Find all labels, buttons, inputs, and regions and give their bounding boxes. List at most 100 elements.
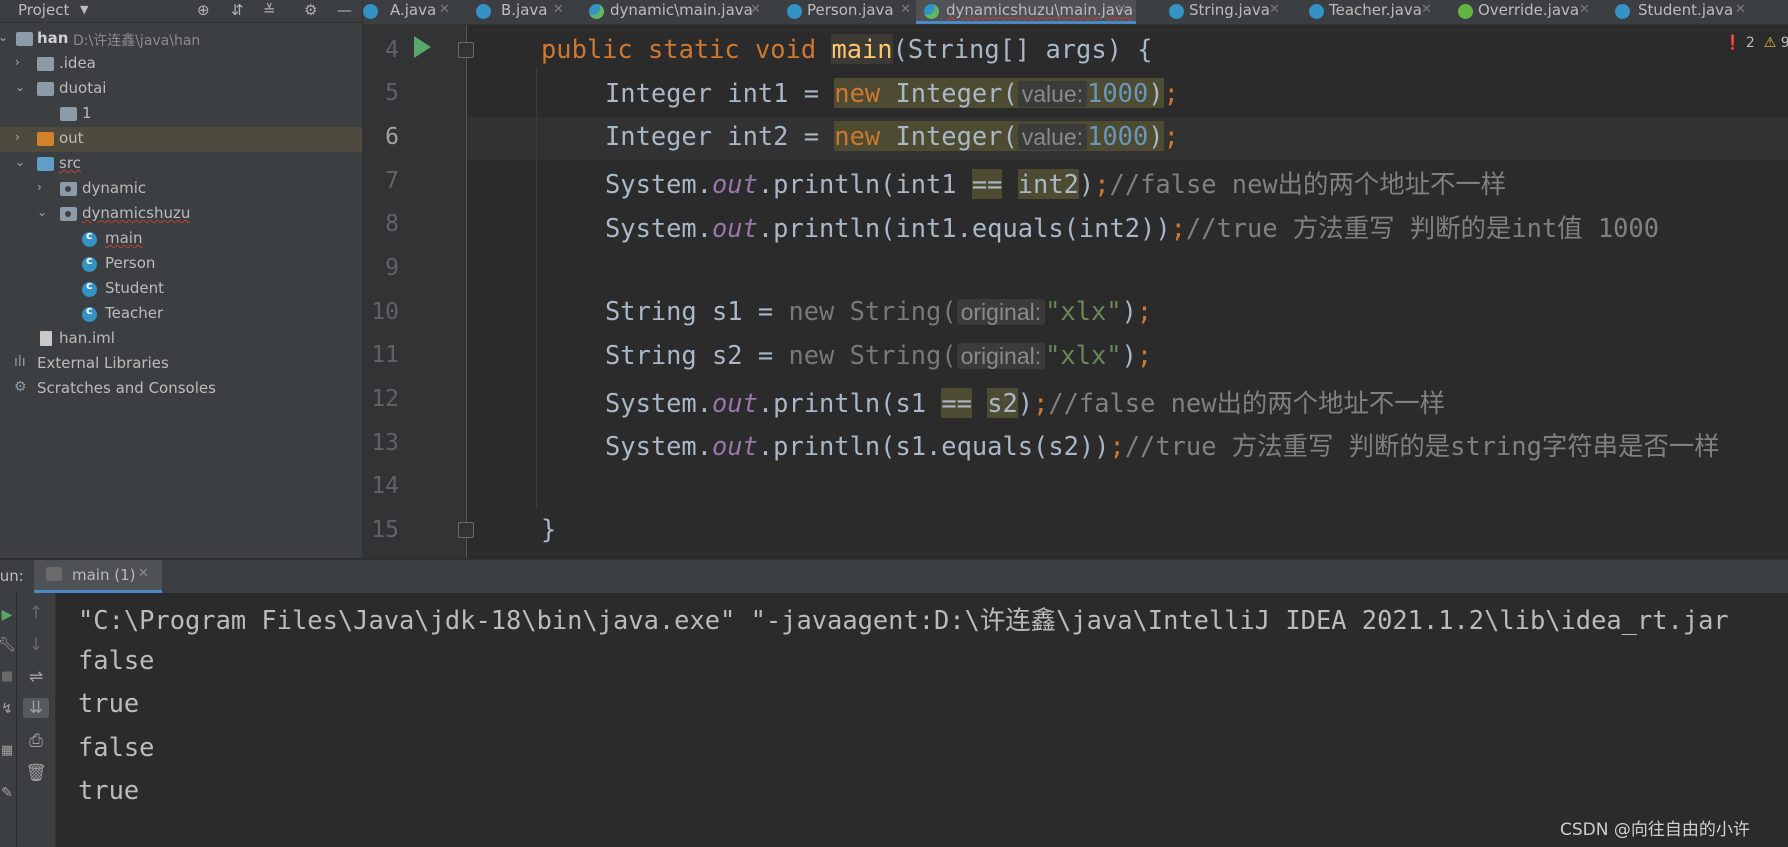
fold-marker-icon[interactable] [458,522,474,538]
line-number: 9 [385,255,399,281]
console-line: "C:\Program Files\Java\jdk-18\bin\java.e… [78,605,1729,635]
close-icon[interactable]: ✕ [1421,2,1432,17]
line-number: 4 [385,37,399,63]
java-class-icon [1615,4,1630,19]
java-main-class-icon [589,4,604,19]
module-folder-icon [16,32,33,46]
tree-item-external-libraries[interactable]: ılı External Libraries [0,352,362,377]
console-line: false [78,645,155,675]
code-line: String s2 = new String(original: "xlx"); [605,340,1153,370]
tree-item-main[interactable]: main [0,227,362,252]
tab-b-java[interactable]: B.java ✕ [468,0,566,24]
folder-icon [37,82,54,96]
tree-item-dynamicshuzu[interactable]: ⌄ dynamicshuzu [0,202,362,227]
chevron-right-icon[interactable]: › [15,55,20,69]
close-icon[interactable]: ✕ [1116,2,1127,17]
tab-dynamic-main-java[interactable]: dynamic\main.java ✕ [581,0,761,24]
line-number: 10 [371,299,399,325]
gear-icon[interactable]: ⚙ [304,1,317,19]
package-icon [60,182,77,196]
line-number: 14 [371,473,399,499]
run-tab-main[interactable]: main (1) ✕ [34,560,162,593]
code-line: System.out.println(int1 == int2);//false… [605,169,1507,199]
code-line-current: Integer int2 = new Integer(value: 1000); [605,121,1179,151]
java-class-icon [1309,4,1324,19]
close-icon[interactable]: ✕ [900,2,911,17]
tab-student-java[interactable]: Student.java ✕ [1607,0,1749,24]
scroll-up-icon[interactable]: ↑ [23,603,49,623]
tree-item-src[interactable]: ⌄ src [0,152,362,177]
code-line: } [541,514,557,544]
inspection-widget[interactable]: ❗ 2 ⚠ 9 [1724,35,1788,51]
line-number: 15 [371,517,399,543]
close-icon[interactable]: ✕ [138,566,149,581]
project-view-selector[interactable]: Project [18,1,69,19]
indent-guide [536,68,537,508]
chevron-down-icon[interactable]: ▼ [80,3,88,16]
collapse-all-icon[interactable]: ≚ [263,1,276,19]
chevron-down-icon[interactable]: ⌄ [15,155,25,169]
tree-item-han-iml[interactable]: han.iml [0,327,362,352]
console-line: false [78,732,155,762]
minimize-icon[interactable]: — [337,1,352,19]
close-icon[interactable]: ✕ [1269,2,1280,17]
tab-override-java[interactable]: Override.java ✕ [1450,0,1593,24]
close-icon[interactable]: ✕ [1735,2,1746,17]
locate-icon[interactable]: ⊕ [197,1,210,19]
tab-a-java[interactable]: A.java ✕ [355,0,451,24]
trash-icon[interactable]: 🗑︎ [23,763,49,783]
parameter-hint: value: [1017,81,1088,107]
java-class-icon [363,4,378,19]
parameter-hint: original: [956,299,1046,325]
console-line: true [78,688,140,718]
tree-item-han[interactable]: ⌄ han D:\许连鑫\java\han [0,27,362,52]
tree-item-out[interactable]: › out [0,127,362,152]
close-icon[interactable]: ✕ [439,2,450,17]
excluded-folder-icon [37,132,54,146]
code-line: System.out.println(s1.equals(s2));//true… [605,431,1720,461]
run-tool-window-header: Run: main (1) ✕ [0,559,1788,593]
soft-wrap-icon[interactable]: ⇌ [23,667,49,687]
run-toolbar: ↑ ↓ ⇌ ⇊ ⎙ 🗑︎ [17,593,56,847]
tree-item-teacher[interactable]: Teacher [0,302,362,327]
close-icon[interactable]: ✕ [750,2,761,17]
tree-item-scratches[interactable]: ⚙ Scratches and Consoles [0,377,362,402]
close-icon[interactable]: ✕ [553,2,564,17]
line-number: 12 [371,386,399,412]
expand-all-icon[interactable]: ⇵ [231,1,244,19]
java-class-icon [1169,4,1184,19]
chevron-down-icon[interactable]: ⌄ [0,30,8,44]
error-icon: ❗ [1724,35,1742,51]
fold-marker-icon[interactable] [458,42,474,58]
tab-string-java[interactable]: String.java ✕ [1161,0,1286,24]
tree-item-idea[interactable]: › .idea [0,52,362,77]
chevron-down-icon[interactable]: ⌄ [37,205,47,219]
tab-dynamicshuzu-main-java[interactable]: dynamicshuzu\main.java ✕ [916,0,1136,24]
tab-person-java[interactable]: Person.java ✕ [779,0,912,24]
close-icon[interactable]: ✕ [1579,2,1590,17]
tree-item-dynamic[interactable]: › dynamic [0,177,362,202]
run-label: Run: [0,567,24,585]
tree-item-1[interactable]: 1 [0,102,362,127]
scroll-to-end-icon[interactable]: ⇊ [23,698,49,718]
chevron-down-icon[interactable]: ⌄ [15,80,25,94]
chevron-right-icon[interactable]: › [37,180,42,194]
line-number: 6 [385,124,399,150]
line-number: 8 [385,211,399,237]
java-class-icon [82,229,97,247]
warning-count: 9 [1780,35,1788,51]
line-number: 7 [385,168,399,194]
print-icon[interactable]: ⎙ [23,731,49,751]
module-file-icon [40,331,52,346]
tree-item-person[interactable]: Person [0,252,362,277]
code-line: Integer int1 = new Integer(value: 1000); [605,78,1179,108]
tree-item-duotai[interactable]: ⌄ duotai [0,77,362,102]
java-class-icon [787,4,802,19]
chevron-right-icon[interactable]: › [15,130,20,144]
run-gutter-icon[interactable] [414,36,431,58]
java-class-icon [476,4,491,19]
scroll-down-icon[interactable]: ↓ [23,635,49,655]
tree-item-student[interactable]: Student [0,277,362,302]
folder-icon [37,57,54,71]
tab-teacher-java[interactable]: Teacher.java ✕ [1301,0,1436,24]
